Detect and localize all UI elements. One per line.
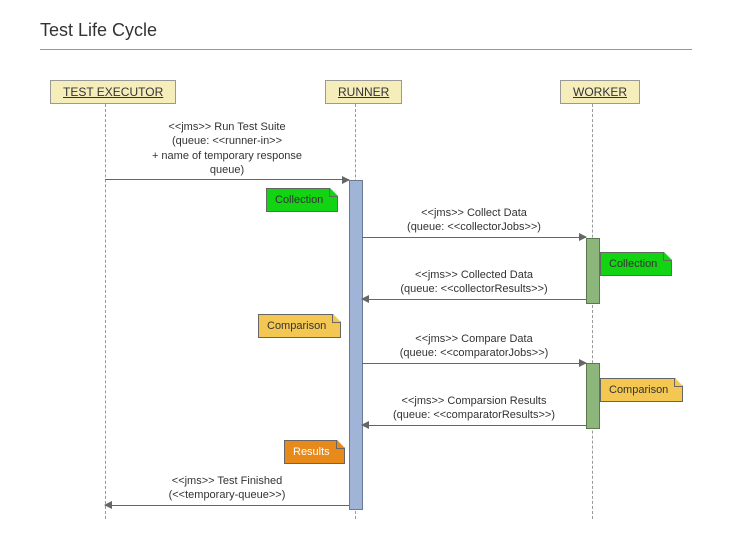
- msg-compare-data: <<jms>> Compare Data (queue: <<comparato…: [362, 332, 586, 364]
- arrow: [362, 237, 586, 238]
- t: (queue: <<runner-in>>: [172, 135, 282, 147]
- t: (queue: <<comparatorResults>>): [393, 409, 555, 421]
- t: queue): [210, 164, 244, 176]
- participant-executor: TEST EXECUTOR: [50, 80, 176, 104]
- sequence-diagram: TEST EXECUTOR RUNNER WORKER <<jms>> Run …: [40, 80, 680, 520]
- t: + name of temporary response: [152, 150, 302, 162]
- msg-test-finished: <<jms>> Test Finished (<<temporary-queue…: [105, 474, 349, 506]
- arrow: [105, 505, 349, 506]
- activation-worker-comparison: [586, 363, 600, 429]
- lifeline-worker: [592, 104, 593, 519]
- page-title: Test Life Cycle: [40, 20, 692, 41]
- activation-runner: [349, 180, 363, 510]
- arrow: [362, 425, 586, 426]
- t: <<jms>> Collected Data: [415, 269, 533, 281]
- t: <<jms>> Compare Data: [415, 333, 532, 345]
- t: <<jms>> Test Finished: [172, 475, 282, 487]
- t: (queue: <<collectorResults>>): [400, 283, 547, 295]
- participant-worker: WORKER: [560, 80, 640, 104]
- participant-runner: RUNNER: [325, 80, 402, 104]
- msg-text: <<jms>> Collect Data (queue: <<collector…: [362, 206, 586, 235]
- msg-comparison-results: <<jms>> Comparsion Results (queue: <<com…: [362, 394, 586, 426]
- t: <<jms>> Collect Data: [421, 207, 527, 219]
- msg-text: <<jms>> Test Finished (<<temporary-queue…: [105, 474, 349, 503]
- msg-text: <<jms>> Compare Data (queue: <<comparato…: [362, 332, 586, 361]
- activation-worker-collection: [586, 238, 600, 304]
- title-rule: [40, 49, 692, 50]
- t: <<jms>> Run Test Suite: [168, 121, 285, 133]
- arrow: [105, 179, 349, 180]
- t: (<<temporary-queue>>): [169, 489, 286, 501]
- msg-text: <<jms>> Comparsion Results (queue: <<com…: [362, 394, 586, 423]
- t: (queue: <<comparatorJobs>>): [400, 347, 549, 359]
- msg-text: <<jms>> Collected Data (queue: <<collect…: [362, 268, 586, 297]
- arrow: [362, 299, 586, 300]
- note-collection-runner: Collection: [266, 188, 338, 212]
- msg-run-test-suite: <<jms>> Run Test Suite (queue: <<runner-…: [105, 120, 349, 180]
- note-collection-worker: Collection: [600, 252, 672, 276]
- msg-collect-data: <<jms>> Collect Data (queue: <<collector…: [362, 206, 586, 238]
- note-results-runner: Results: [284, 440, 345, 464]
- t: <<jms>> Comparsion Results: [402, 395, 547, 407]
- note-comparison-worker: Comparison: [600, 378, 683, 402]
- msg-text: <<jms>> Run Test Suite (queue: <<runner-…: [105, 120, 349, 177]
- note-comparison-runner: Comparison: [258, 314, 341, 338]
- msg-collected-data: <<jms>> Collected Data (queue: <<collect…: [362, 268, 586, 300]
- arrow: [362, 363, 586, 364]
- t: (queue: <<collectorJobs>>): [407, 221, 541, 233]
